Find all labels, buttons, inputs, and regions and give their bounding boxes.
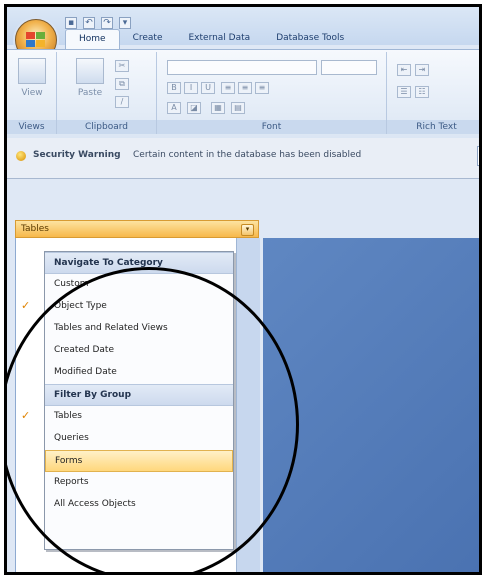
view-icon (18, 58, 46, 84)
ribbon-tabs: Home Create External Data Database Tools (65, 29, 357, 50)
font-size-combo[interactable] (321, 60, 377, 75)
paste-button[interactable]: Paste (73, 58, 107, 110)
view-button[interactable]: View (15, 58, 49, 110)
gridlines-icon[interactable]: ▦ (211, 102, 225, 114)
bullets-icon[interactable]: ☰ (397, 86, 411, 98)
increase-indent-icon[interactable]: ⇥ (415, 64, 429, 76)
security-options-button[interactable] (477, 146, 479, 166)
annotation-ellipse (7, 267, 299, 572)
italic-icon[interactable]: I (184, 82, 198, 94)
security-shield-icon (16, 151, 26, 161)
tab-create[interactable]: Create (120, 29, 176, 49)
font-name-combo[interactable] (167, 60, 317, 75)
redo-icon[interactable]: ↷ (101, 17, 113, 29)
security-warning-bar: Security Warning Certain content in the … (7, 138, 479, 179)
views-group: View Views (7, 52, 57, 134)
clipboard-group-label: Clipboard (57, 120, 156, 134)
numbering-icon[interactable]: ☷ (415, 86, 429, 98)
alternate-fill-icon[interactable]: ▤ (231, 102, 245, 114)
navigation-pane-title: Tables (21, 224, 49, 234)
decrease-indent-icon[interactable]: ⇤ (397, 64, 411, 76)
security-warning-title: Security Warning (33, 150, 121, 160)
checkmark-icon: ✓ (21, 299, 31, 312)
security-warning-message: Certain content in the database has been… (133, 150, 362, 160)
cut-icon[interactable]: ✂ (115, 60, 129, 72)
rich-text-group-label: Rich Text (387, 120, 479, 134)
navigation-pane-header[interactable]: Tables ▾ (15, 220, 259, 238)
views-group-label: Views (7, 120, 56, 134)
align-center-icon[interactable]: ≡ (238, 82, 252, 94)
ribbon: View Views Paste ✂ ⧉ / Clipboard B I U ≡… (7, 49, 479, 139)
paste-button-label: Paste (77, 88, 103, 98)
access-window: ▪ ↶ ↷ ▾ Home Create External Data Databa… (4, 4, 482, 575)
align-right-icon[interactable]: ≡ (255, 82, 269, 94)
tab-external-data[interactable]: External Data (175, 29, 263, 49)
format-painter-icon[interactable]: / (115, 96, 129, 108)
fill-color-icon[interactable]: ◪ (187, 102, 201, 114)
tab-database-tools[interactable]: Database Tools (263, 29, 357, 49)
align-left-icon[interactable]: ≡ (221, 82, 235, 94)
view-button-label: View (21, 88, 43, 98)
customize-qat-icon[interactable]: ▾ (119, 17, 131, 29)
bold-icon[interactable]: B (167, 82, 181, 94)
font-color-icon[interactable]: A (167, 102, 181, 114)
underline-icon[interactable]: U (201, 82, 215, 94)
font-group-label: Font (157, 120, 386, 134)
copy-icon[interactable]: ⧉ (115, 78, 129, 90)
office-logo-icon (26, 32, 45, 47)
font-group: B I U ≡ ≡ ≡ A ◪ ▦ ▤ Font (157, 52, 387, 134)
clipboard-group: Paste ✂ ⧉ / Clipboard (57, 52, 157, 134)
rich-text-group: ⇤ ⇥ ☰ ☷ Rich Text (387, 52, 479, 134)
undo-icon[interactable]: ↶ (83, 17, 95, 29)
chevron-down-icon[interactable]: ▾ (241, 224, 254, 236)
tab-home[interactable]: Home (65, 29, 120, 50)
save-icon[interactable]: ▪ (65, 17, 77, 29)
paste-icon (76, 58, 104, 84)
